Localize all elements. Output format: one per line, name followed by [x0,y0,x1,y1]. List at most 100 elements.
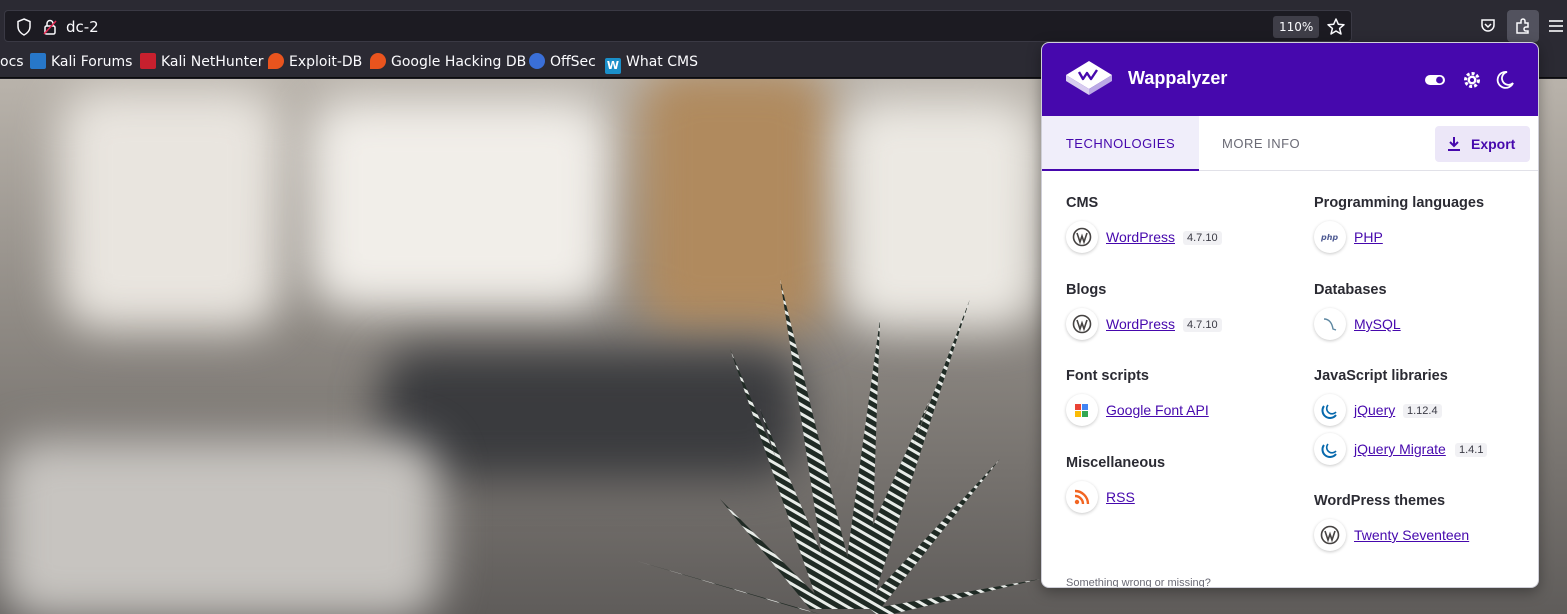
category-cms: CMS WordPress 4.7.10 [1066,195,1222,255]
whatcms-icon: W [605,58,621,74]
download-icon [1448,137,1460,151]
tech-link[interactable]: WordPress [1106,316,1175,332]
category-title: Programming languages [1314,195,1485,211]
dark-mode-moon-icon[interactable] [1494,69,1516,91]
category-title: WordPress themes [1314,493,1446,509]
browser-toolbar: dc-2 110% [0,0,1567,46]
category-title: Databases [1314,282,1387,298]
export-button[interactable]: Export [1435,126,1530,162]
category-databases: Databases MySQL [1314,282,1401,342]
desk-surface [0,439,440,614]
settings-gear-icon[interactable] [1461,69,1483,91]
toggle-switch-icon[interactable] [1424,69,1446,91]
bookmark-docs[interactable]: ocs [0,52,24,72]
tech-item: php PHP [1314,221,1484,255]
jquery-icon [1314,394,1346,426]
mysql-icon [1314,308,1346,340]
tech-item: Google Font API [1066,394,1209,428]
tech-item: WordPress 4.7.10 [1066,221,1222,255]
category-title: JavaScript libraries [1314,368,1448,384]
bookmark-google-hacking-db[interactable]: Google Hacking DB [370,52,526,72]
category-title: CMS [1066,195,1099,211]
zoom-level-button[interactable]: 110% [1273,16,1320,38]
php-icon: php [1314,221,1346,253]
google-font-icon [1066,394,1098,426]
wordpress-icon [1314,519,1346,551]
svg-text:php: php [1320,233,1338,242]
url-bar[interactable]: dc-2 110% [4,10,1352,42]
bookmark-label: Google Hacking DB [391,54,527,70]
url-text[interactable]: dc-2 [66,18,99,36]
wappalyzer-header: Wappalyzer [1042,43,1538,116]
tech-link[interactable]: Twenty Seventeen [1354,527,1469,543]
category-javascript-libraries: JavaScript libraries jQuery 1.12.4 jQuer… [1314,368,1488,467]
kali-icon [30,53,46,69]
bookmark-kali-nethunter[interactable]: Kali NetHunter [140,52,263,72]
tech-version: 1.12.4 [1403,404,1442,418]
bookmark-label: Kali NetHunter [161,54,264,70]
something-wrong-link[interactable]: Something wrong or missing? [1066,577,1211,587]
bookmark-label: What CMS [626,54,698,70]
tech-item: MySQL [1314,308,1401,342]
bookmark-label: Kali Forums [51,54,133,70]
exploitdb-icon [370,53,386,69]
category-title: Miscellaneous [1066,455,1166,471]
bookmark-kali-forums[interactable]: Kali Forums [30,52,132,72]
pocket-button[interactable] [1472,10,1504,42]
offsec-icon [529,53,545,69]
kali-icon [140,53,156,69]
wappalyzer-tabs: TECHNOLOGIES MORE INFO Export [1042,116,1538,171]
category-blogs: Blogs WordPress 4.7.10 [1066,282,1222,342]
tech-item: WordPress 4.7.10 [1066,308,1222,342]
puzzle-piece-icon [1516,18,1529,34]
bookmark-offsec[interactable]: OffSec [529,52,596,72]
bookmark-star-icon[interactable] [1325,16,1347,38]
tech-link[interactable]: MySQL [1354,316,1401,332]
extensions-button[interactable] [1507,10,1539,42]
window-light [310,99,610,309]
shield-icon[interactable] [14,17,34,37]
wappalyzer-popup: Wappalyzer TECHNOLOGIES MORE INFO Export [1041,42,1539,588]
tech-link[interactable]: PHP [1354,229,1383,245]
jquery-icon [1314,433,1346,465]
hamburger-menu-icon [1549,20,1563,32]
category-title: Font scripts [1066,368,1149,384]
tech-link[interactable]: jQuery Migrate [1354,441,1446,457]
tech-link[interactable]: WordPress [1106,229,1175,245]
insecure-lock-icon[interactable] [40,17,60,37]
category-font-scripts: Font scripts Google Font API [1066,368,1209,428]
wordpress-icon [1066,308,1098,340]
rss-icon [1066,481,1098,513]
tech-item: RSS [1066,481,1165,515]
bookmark-label: OffSec [550,54,596,70]
tech-item: jQuery Migrate 1.4.1 [1314,433,1488,467]
technologies-list: CMS WordPress 4.7.10 Blogs WordPress 4.7… [1042,172,1538,587]
export-label: Export [1471,136,1516,152]
wappalyzer-brand: Wappalyzer [1128,68,1228,88]
tab-more-info[interactable]: MORE INFO [1222,116,1300,171]
category-wordpress-themes: WordPress themes Twenty Seventeen [1314,493,1469,553]
tech-link[interactable]: jQuery [1354,402,1395,418]
wordpress-icon [1066,221,1098,253]
bookmark-label: ocs [0,54,24,70]
tech-version: 4.7.10 [1183,318,1222,332]
wappalyzer-logo-icon [1066,61,1112,95]
category-title: Blogs [1066,282,1107,298]
category-programming-languages: Programming languages php PHP [1314,195,1484,255]
app-menu-button[interactable] [1545,10,1567,42]
tech-link[interactable]: Google Font API [1106,402,1209,418]
tech-item: jQuery 1.12.4 [1314,394,1448,428]
tech-item: Twenty Seventeen [1314,519,1469,553]
tech-version: 1.4.1 [1455,443,1488,457]
category-miscellaneous: Miscellaneous RSS [1066,455,1165,515]
bookmark-label: Exploit-DB [289,54,363,70]
tab-technologies[interactable]: TECHNOLOGIES [1042,116,1199,171]
bookmark-exploit-db[interactable]: Exploit-DB [268,52,362,72]
bookmark-what-cms[interactable]: W What CMS [605,52,698,74]
zebra-plant-image [630,279,1040,614]
pocket-icon [1481,19,1495,32]
tech-version: 4.7.10 [1183,231,1222,245]
window-light [60,89,280,329]
tech-link[interactable]: RSS [1106,489,1135,505]
exploitdb-icon [268,53,284,69]
